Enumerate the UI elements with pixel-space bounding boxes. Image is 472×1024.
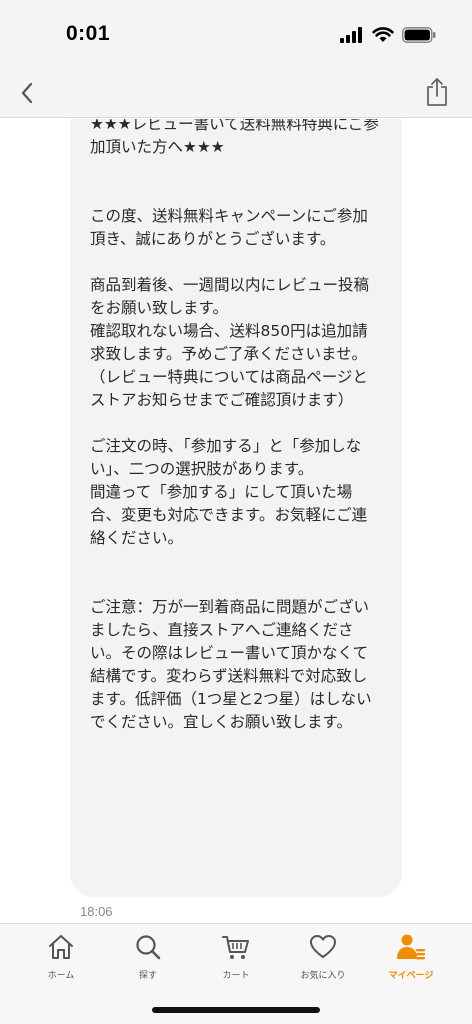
back-button[interactable]	[12, 78, 42, 108]
status-icons	[340, 26, 436, 44]
tab-mypage[interactable]: マイページ	[366, 932, 456, 992]
tab-home-label: ホーム	[47, 971, 75, 981]
home-indicator[interactable]	[152, 1007, 320, 1013]
wifi-icon	[372, 27, 394, 42]
person-icon	[396, 932, 426, 962]
tab-favorites[interactable]: お気に入り	[278, 932, 368, 992]
home-icon	[46, 932, 76, 962]
message-text: ★★★レビュー書いて送料無料特典にご参加頂いた方へ★★★ この度、送料無料キャン…	[90, 119, 379, 731]
tab-cart-label: カート	[222, 971, 250, 981]
message-bubble: ★★★レビュー書いて送料無料特典にご参加頂いた方へ★★★ この度、送料無料キャン…	[70, 119, 402, 897]
signal-icon	[340, 27, 362, 43]
chevron-left-icon	[21, 82, 33, 104]
tab-home[interactable]: ホーム	[16, 932, 106, 992]
screen: 0:01 ★★★レビュー書いて送料無料特典にご参加頂いた方へ★★★ この度、送料…	[0, 0, 472, 1024]
tab-cart[interactable]: カート	[191, 932, 281, 992]
tab-favorites-label: お気に入り	[300, 971, 346, 981]
status-time: 0:01	[66, 22, 111, 45]
heart-icon	[308, 932, 338, 962]
search-icon	[133, 932, 163, 962]
tab-search-label: 探す	[138, 971, 157, 981]
tab-mypage-label: マイページ	[388, 971, 434, 981]
chat-area[interactable]: ★★★レビュー書いて送料無料特典にご参加頂いた方へ★★★ この度、送料無料キャン…	[0, 119, 472, 923]
nav-bar	[0, 70, 472, 118]
status-bar: 0:01	[0, 0, 472, 70]
cart-icon	[221, 932, 251, 962]
battery-icon	[402, 27, 436, 43]
message-timestamp: 18:06	[80, 904, 113, 919]
share-button[interactable]	[422, 74, 452, 110]
share-icon	[427, 78, 447, 106]
tab-search[interactable]: 探す	[103, 932, 193, 992]
